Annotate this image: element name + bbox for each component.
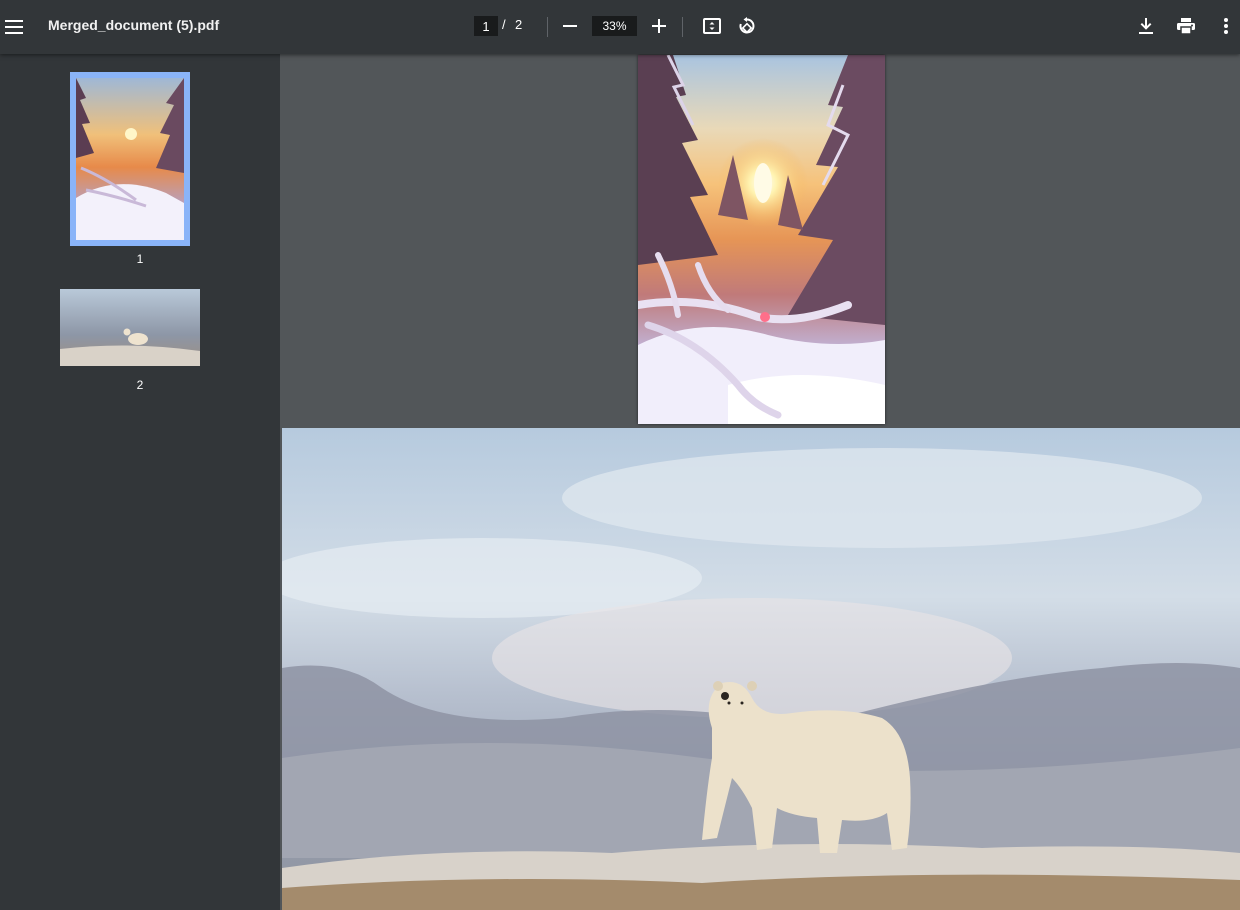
winter-forest-image (638, 55, 885, 424)
rotate-icon[interactable] (731, 10, 763, 42)
zoom-input[interactable]: 33% (592, 16, 637, 36)
winter-forest-thumbnail (76, 78, 184, 240)
page-total: 2 (515, 17, 523, 32)
toolbar-divider (682, 17, 683, 37)
document-viewer[interactable] (280, 54, 1240, 910)
download-icon[interactable] (1130, 10, 1162, 42)
polar-bear-thumbnail (60, 289, 200, 366)
page-number-input[interactable]: 1 (474, 16, 498, 36)
document-title: Merged_document (5).pdf (48, 17, 220, 33)
toolbar: Merged_document (5).pdf 1 / 2 33% (0, 0, 1240, 54)
more-vertical-icon[interactable] (1210, 10, 1240, 42)
plus-icon[interactable] (643, 10, 675, 42)
pdf-page-2 (282, 428, 1240, 910)
polar-bear-image (282, 428, 1240, 910)
thumbnail-label: 1 (136, 252, 144, 266)
thumbnail-sidebar: 1 2 (0, 54, 280, 910)
menu-icon[interactable] (0, 11, 30, 43)
thumbnail-page-1[interactable] (70, 72, 190, 246)
fit-to-page-icon[interactable] (696, 10, 728, 42)
thumbnail-page-2[interactable] (60, 289, 200, 366)
toolbar-divider (547, 17, 548, 37)
pdf-page-1 (638, 55, 885, 424)
print-icon[interactable] (1170, 10, 1202, 42)
minus-icon[interactable] (554, 10, 586, 42)
thumbnail-label: 2 (136, 378, 144, 392)
page-separator: / (502, 17, 506, 32)
